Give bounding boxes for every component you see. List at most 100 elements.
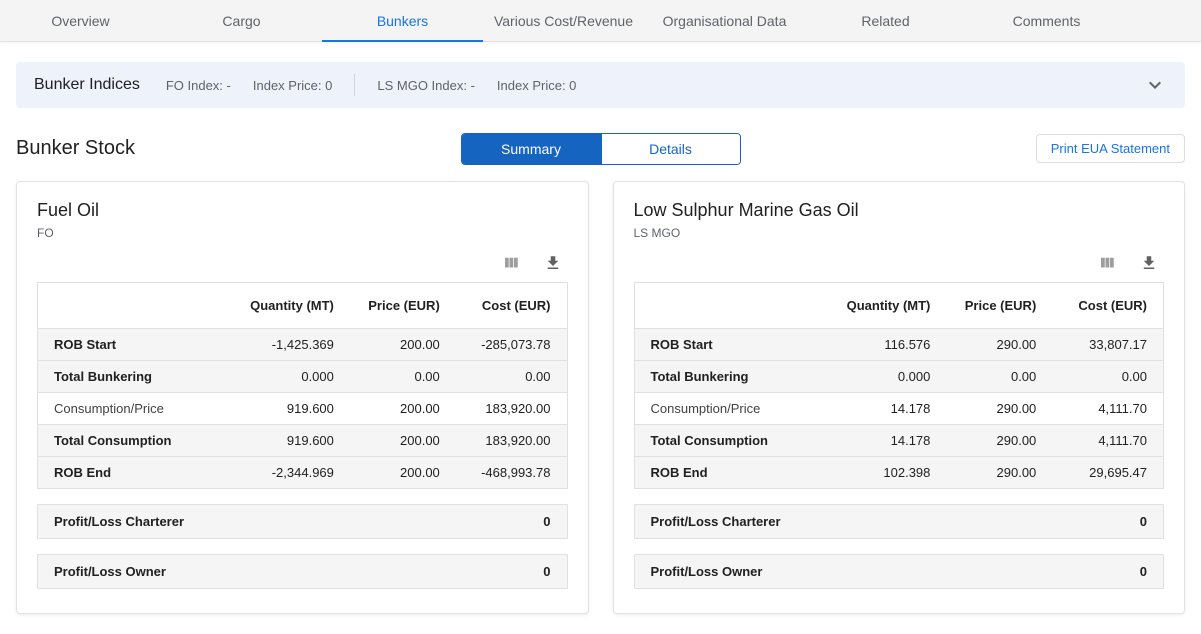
page-title: Bunker Stock [16, 137, 135, 160]
table-row: Total Bunkering0.0000.000.00 [634, 361, 1164, 393]
profit-loss-value: 0 [1140, 564, 1147, 579]
table-row: Total Bunkering0.0000.000.00 [38, 361, 568, 393]
cost-value: 29,695.47 [1052, 457, 1163, 489]
table-body: ROB Start-1,425.369200.00-285,073.78Tota… [38, 329, 568, 489]
profit-loss-label: Profit/Loss Charterer [54, 514, 184, 529]
tab-related[interactable]: Related [805, 0, 966, 41]
card-title: Low Sulphur Marine Gas Oil [634, 200, 1165, 221]
column-header-quantity: Quantity (MT) [207, 283, 350, 329]
table-row: ROB Start116.576290.0033,807.17 [634, 329, 1164, 361]
row-label: Consumption/Price [634, 393, 803, 425]
table-body: ROB Start116.576290.0033,807.17Total Bun… [634, 329, 1164, 489]
summary-toggle-button[interactable]: Summary [462, 134, 601, 164]
profit-loss-section: Profit/Loss Charterer0 Profit/Loss Owner0 [37, 504, 568, 589]
tab-bunkers[interactable]: Bunkers [322, 0, 483, 41]
table-row: Consumption/Price919.600200.00183,920.00 [38, 393, 568, 425]
price-value: 200.00 [350, 425, 456, 457]
bunker-cards: Fuel Oil FO Quantity (MT) Price (EUR) Co… [0, 181, 1201, 614]
details-toggle-button[interactable]: Details [601, 134, 740, 164]
quantity-value: 0.000 [803, 361, 946, 393]
summary-details-toggle: Summary Details [461, 133, 741, 165]
row-label: Total Consumption [634, 425, 803, 457]
card-subtitle: FO [37, 226, 568, 240]
profit-loss-section: Profit/Loss Charterer 0 Profit/Loss Owner 0 [634, 504, 1165, 589]
profit-loss-label: Profit/Loss Owner [54, 564, 166, 579]
bunker-indices-title: Bunker Indices [34, 76, 140, 94]
cost-value: -468,993.78 [456, 457, 567, 489]
print-eua-statement-button[interactable]: Print EUA Statement [1036, 134, 1185, 163]
bunker-table: Quantity (MT) Price (EUR) Cost (EUR) ROB… [37, 282, 568, 489]
row-label: Consumption/Price [38, 393, 207, 425]
download-icon[interactable] [544, 254, 562, 272]
quantity-value: 116.576 [803, 329, 946, 361]
table-header-row: Quantity (MT) Price (EUR) Cost (EUR) [38, 283, 568, 329]
bunker-indices-panel: Bunker Indices FO Index: - Index Price: … [16, 62, 1185, 108]
card-toolbar [634, 254, 1165, 272]
quantity-value: 0.000 [207, 361, 350, 393]
fo-index-value: FO Index: - [166, 78, 231, 93]
cost-value: 183,920.00 [456, 393, 567, 425]
cost-value: 0.00 [1052, 361, 1163, 393]
row-label: Total Bunkering [634, 361, 803, 393]
column-header-cost: Cost (EUR) [1052, 283, 1163, 329]
price-value: 290.00 [946, 457, 1052, 489]
row-label: Total Consumption [38, 425, 207, 457]
vertical-divider [354, 74, 355, 96]
profit-loss-value: 0 [1140, 514, 1147, 529]
card-title: Fuel Oil [37, 200, 568, 221]
row-label: ROB Start [634, 329, 803, 361]
tab-organisational-data[interactable]: Organisational Data [644, 0, 805, 41]
table-header-row: Quantity (MT) Price (EUR) Cost (EUR) [634, 283, 1164, 329]
view-columns-icon[interactable] [502, 254, 520, 272]
price-value: 290.00 [946, 393, 1052, 425]
cost-value: 183,920.00 [456, 425, 567, 457]
tab-various-cost-revenue[interactable]: Various Cost/Revenue [483, 0, 644, 41]
top-tab-bar: Overview Cargo Bunkers Various Cost/Reve… [0, 0, 1201, 42]
row-label: ROB End [634, 457, 803, 489]
price-value: 290.00 [946, 329, 1052, 361]
price-value: 200.00 [350, 329, 456, 361]
column-header-cost: Cost (EUR) [456, 283, 567, 329]
quantity-value: 919.600 [207, 425, 350, 457]
profit-loss-label: Profit/Loss Charterer [651, 514, 781, 529]
tab-overview[interactable]: Overview [0, 0, 161, 41]
download-icon[interactable] [1140, 254, 1158, 272]
profit-loss-row: Profit/Loss Charterer 0 [634, 504, 1165, 539]
profit-loss-row: Profit/Loss Owner 0 [634, 554, 1165, 589]
row-label: Total Bunkering [38, 361, 207, 393]
lsmgo-index-value: LS MGO Index: - [377, 78, 475, 93]
table-row: ROB End-2,344.969200.00-468,993.78 [38, 457, 568, 489]
empty-header-cell [38, 283, 207, 329]
lsmgo-index-price-value: Index Price: 0 [497, 78, 577, 93]
empty-header-cell [634, 283, 803, 329]
row-label: ROB Start [38, 329, 207, 361]
fo-index-price-value: Index Price: 0 [253, 78, 333, 93]
tab-cargo[interactable]: Cargo [161, 0, 322, 41]
quantity-value: 14.178 [803, 393, 946, 425]
cost-value: 33,807.17 [1052, 329, 1163, 361]
row-label: ROB End [38, 457, 207, 489]
quantity-value: -2,344.969 [207, 457, 350, 489]
fuel-oil-card: Fuel Oil FO Quantity (MT) Price (EUR) Co… [16, 181, 589, 614]
quantity-value: 14.178 [803, 425, 946, 457]
column-header-price: Price (EUR) [946, 283, 1052, 329]
chevron-down-icon[interactable] [1143, 73, 1167, 97]
price-value: 200.00 [350, 457, 456, 489]
quantity-value: -1,425.369 [207, 329, 350, 361]
table-row: Total Consumption14.178290.004,111.70 [634, 425, 1164, 457]
price-value: 0.00 [946, 361, 1052, 393]
profit-loss-row: Profit/Loss Charterer0 [37, 504, 568, 539]
table-row: ROB Start-1,425.369200.00-285,073.78 [38, 329, 568, 361]
price-value: 200.00 [350, 393, 456, 425]
column-header-price: Price (EUR) [350, 283, 456, 329]
cost-value: 0.00 [456, 361, 567, 393]
table-row: ROB End102.398290.0029,695.47 [634, 457, 1164, 489]
cost-value: 4,111.70 [1052, 393, 1163, 425]
profit-loss-row: Profit/Loss Owner0 [37, 554, 568, 589]
profit-loss-label: Profit/Loss Owner [651, 564, 763, 579]
view-columns-icon[interactable] [1098, 254, 1116, 272]
tab-comments[interactable]: Comments [966, 0, 1127, 41]
bunker-stock-header: Bunker Stock Summary Details Print EUA S… [0, 108, 1201, 181]
quantity-value: 102.398 [803, 457, 946, 489]
table-row: Total Consumption919.600200.00183,920.00 [38, 425, 568, 457]
